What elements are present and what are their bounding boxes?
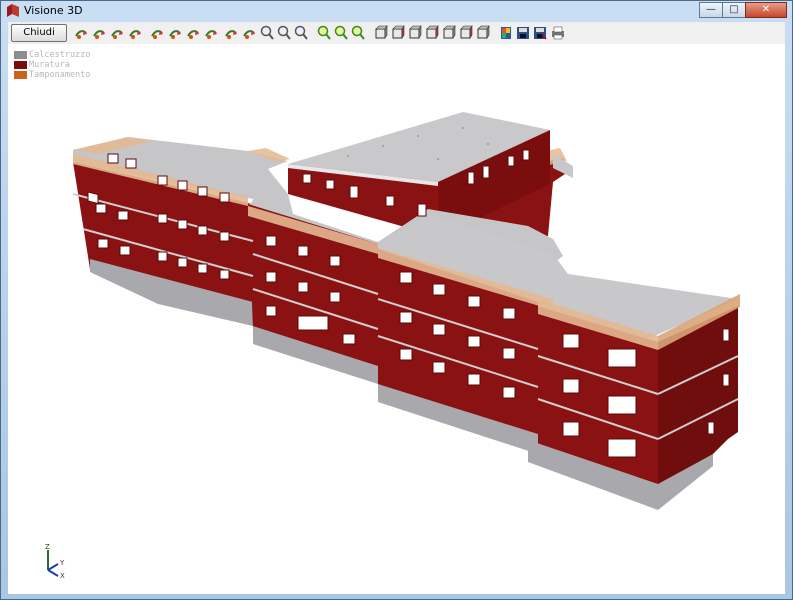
view-left-icon[interactable] [408, 25, 422, 41]
window: Visione 3D — □ ✕ Chiudi Calcestruzzo Mur… [0, 0, 793, 600]
maximize-button[interactable]: □ [722, 2, 746, 18]
view-front-icon[interactable] [374, 25, 388, 41]
rotate-down-icon[interactable] [128, 25, 142, 41]
view-back-icon[interactable] [391, 25, 405, 41]
view-iso-icon[interactable] [476, 25, 490, 41]
rotate-right-icon[interactable] [92, 25, 106, 41]
minimize-button[interactable]: — [699, 2, 723, 18]
pan-left-icon[interactable] [150, 25, 164, 41]
app-icon [7, 4, 19, 17]
save-as-icon[interactable] [533, 25, 547, 41]
zoom-minus-icon[interactable] [351, 25, 365, 41]
zoom-extents-icon[interactable] [294, 25, 308, 41]
legend-item: Calcestruzzo [14, 50, 90, 60]
rotate-up-icon[interactable] [110, 25, 124, 41]
move-down-icon[interactable] [242, 25, 256, 41]
title-bar[interactable]: Visione 3D — □ ✕ [1, 1, 792, 21]
view-right-icon[interactable] [425, 25, 439, 41]
legend-label: Muratura [29, 60, 70, 70]
axis-triad: Z Y X [45, 543, 65, 580]
move-up-icon[interactable] [224, 25, 238, 41]
axis-z-label: Z [45, 543, 50, 551]
legend-swatch [14, 51, 27, 59]
axis-y-label: Y [59, 559, 65, 567]
zoom-plus-icon[interactable] [334, 25, 348, 41]
save-icon[interactable] [516, 25, 530, 41]
close-window-button[interactable]: ✕ [745, 2, 787, 18]
legend-swatch [14, 71, 27, 79]
legend-label: Calcestruzzo [29, 50, 91, 60]
pan-right-icon[interactable] [168, 25, 182, 41]
legend-item: Tamponamento [14, 70, 90, 80]
axis-x-label: X [60, 572, 65, 580]
pan-up-icon[interactable] [186, 25, 200, 41]
chiudi-button[interactable]: Chiudi [11, 24, 67, 42]
print-icon[interactable] [551, 25, 565, 41]
view-top-icon[interactable] [442, 25, 456, 41]
legend-item: Muratura [14, 60, 90, 70]
zoom-in-icon[interactable] [277, 25, 291, 41]
toolbar: Chiudi [8, 22, 785, 45]
building-model[interactable] [8, 44, 785, 594]
pan-down-icon[interactable] [204, 25, 218, 41]
material-legend: Calcestruzzo Muratura Tamponamento [14, 50, 90, 80]
view-bottom-icon[interactable] [459, 25, 473, 41]
legend-label: Tamponamento [29, 70, 91, 80]
rotate-left-icon[interactable] [74, 25, 88, 41]
3d-viewport[interactable]: Calcestruzzo Muratura Tamponamento Z Y X [8, 44, 785, 594]
legend-swatch [14, 61, 27, 69]
zoom-window-icon[interactable] [317, 25, 331, 41]
zoom-out-icon[interactable] [260, 25, 274, 41]
color-map-icon[interactable] [499, 25, 513, 41]
window-title: Visione 3D [24, 4, 83, 17]
